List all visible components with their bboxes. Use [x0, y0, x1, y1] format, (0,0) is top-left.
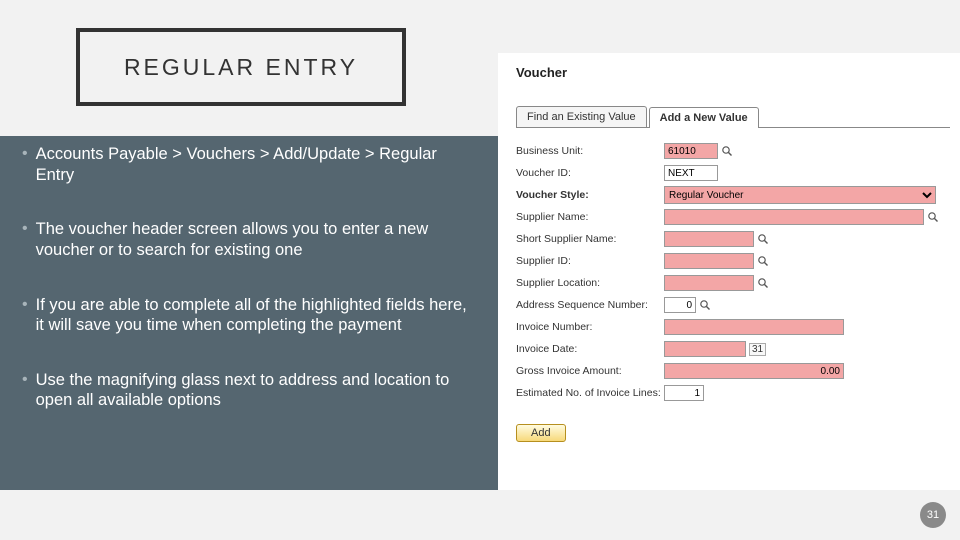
invoice-number-input[interactable] [664, 319, 844, 335]
magnifier-icon[interactable] [757, 255, 769, 267]
magnifier-icon[interactable] [721, 145, 733, 157]
label-invoice-number: Invoice Number: [516, 321, 664, 333]
label-short-supplier-name: Short Supplier Name: [516, 233, 664, 245]
label-business-unit: Business Unit: [516, 145, 664, 157]
bullet-dot-icon: • [22, 219, 28, 240]
label-gross-amount: Gross Invoice Amount: [516, 365, 664, 377]
supplier-id-input[interactable] [664, 253, 754, 269]
label-est-lines: Estimated No. of Invoice Lines: [516, 387, 664, 399]
invoice-date-input[interactable] [664, 341, 746, 357]
bullet-item: • Use the magnifying glass next to addre… [22, 370, 476, 411]
bullet-text: If you are able to complete all of the h… [36, 295, 476, 336]
bullet-dot-icon: • [22, 370, 28, 391]
label-voucher-style: Voucher Style: [516, 189, 664, 201]
est-lines-input[interactable] [664, 385, 704, 401]
tab-add-new[interactable]: Add a New Value [649, 107, 759, 128]
form-heading: Voucher [516, 65, 950, 80]
page-number: 31 [927, 509, 939, 521]
label-voucher-id: Voucher ID: [516, 167, 664, 179]
title-box: REGULAR ENTRY [76, 28, 406, 106]
address-seq-input[interactable] [664, 297, 696, 313]
gross-amount-input[interactable] [664, 363, 844, 379]
supplier-name-input[interactable] [664, 209, 924, 225]
page-title: REGULAR ENTRY [124, 54, 358, 81]
tab-bar: Find an Existing Value Add a New Value [516, 106, 950, 128]
bullet-dot-icon: • [22, 295, 28, 316]
bullet-text: Use the magnifying glass next to address… [36, 370, 476, 411]
calendar-icon[interactable]: 31 [749, 343, 766, 356]
bullet-item: • Accounts Payable > Vouchers > Add/Upda… [22, 144, 476, 185]
label-invoice-date: Invoice Date: [516, 343, 664, 355]
magnifier-icon[interactable] [757, 277, 769, 289]
magnifier-icon[interactable] [699, 299, 711, 311]
magnifier-icon[interactable] [927, 211, 939, 223]
bullet-dot-icon: • [22, 144, 28, 165]
short-supplier-name-input[interactable] [664, 231, 754, 247]
supplier-location-input[interactable] [664, 275, 754, 291]
label-supplier-id: Supplier ID: [516, 255, 664, 267]
bullet-text: The voucher header screen allows you to … [36, 219, 476, 260]
label-supplier-location: Supplier Location: [516, 277, 664, 289]
label-address-seq: Address Sequence Number: [516, 299, 664, 311]
add-button[interactable]: Add [516, 424, 566, 442]
voucher-id-input[interactable] [664, 165, 718, 181]
bullet-item: • If you are able to complete all of the… [22, 295, 476, 336]
bullet-item: • The voucher header screen allows you t… [22, 219, 476, 260]
label-supplier-name: Supplier Name: [516, 211, 664, 223]
bullet-panel: • Accounts Payable > Vouchers > Add/Upda… [0, 136, 498, 490]
page-number-badge: 31 [920, 502, 946, 528]
voucher-style-select[interactable]: Regular Voucher [664, 186, 936, 204]
voucher-form-screenshot: Voucher Find an Existing Value Add a New… [498, 53, 960, 490]
magnifier-icon[interactable] [757, 233, 769, 245]
bullet-text: Accounts Payable > Vouchers > Add/Update… [36, 144, 476, 185]
tab-find-existing[interactable]: Find an Existing Value [516, 106, 647, 127]
business-unit-input[interactable] [664, 143, 718, 159]
